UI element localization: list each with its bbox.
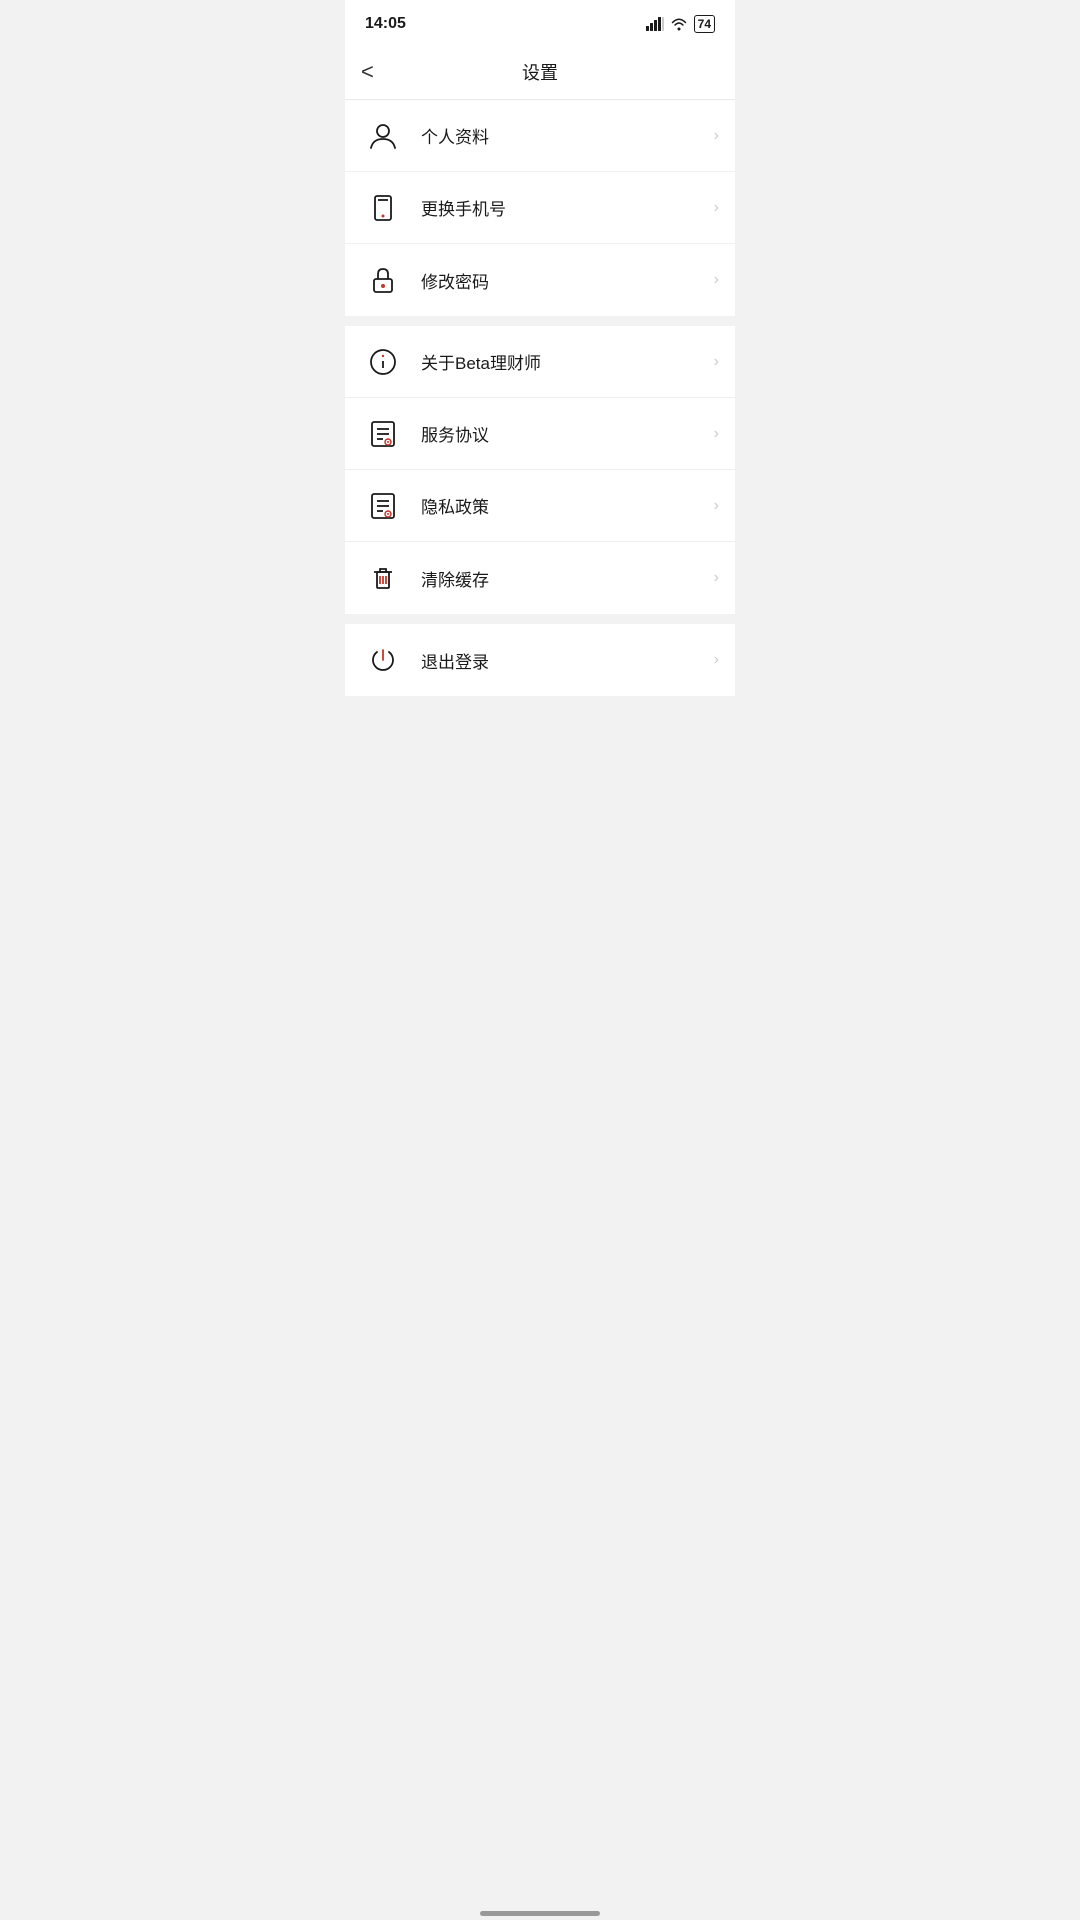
arrow-icon: ›	[714, 271, 719, 289]
page-title: 设置	[522, 59, 558, 85]
arrow-icon: ›	[714, 651, 719, 669]
user-icon	[361, 114, 405, 158]
arrow-icon: ›	[714, 353, 719, 371]
menu-group-1: 个人资料 › 更换手机号 › 修改密码 ›	[345, 100, 735, 316]
section-break-1	[345, 316, 735, 326]
signal-icon	[646, 17, 664, 31]
info-icon	[361, 340, 405, 384]
menu-item-phone[interactable]: 更换手机号 ›	[345, 172, 735, 244]
section-break-2	[345, 614, 735, 624]
arrow-icon: ›	[714, 569, 719, 587]
password-label: 修改密码	[421, 268, 714, 293]
arrow-icon: ›	[714, 127, 719, 145]
menu-item-service[interactable]: 服务协议 ›	[345, 398, 735, 470]
service-icon	[361, 412, 405, 456]
status-bar: 14:05 74	[345, 0, 735, 44]
profile-label: 个人资料	[421, 123, 714, 148]
menu-item-profile[interactable]: 个人资料 ›	[345, 100, 735, 172]
arrow-icon: ›	[714, 497, 719, 515]
phone-label: 更换手机号	[421, 195, 714, 220]
menu-item-about[interactable]: 关于Beta理财师 ›	[345, 326, 735, 398]
lock-icon	[361, 258, 405, 302]
privacy-icon	[361, 484, 405, 528]
arrow-icon: ›	[714, 199, 719, 217]
menu-group-3: 退出登录 ›	[345, 624, 735, 696]
home-bar	[480, 1911, 600, 1916]
phone-icon	[361, 186, 405, 230]
wifi-icon	[670, 17, 688, 31]
menu-item-privacy[interactable]: 隐私政策 ›	[345, 470, 735, 542]
menu-group-2: 关于Beta理财师 › 服务协议 ›	[345, 326, 735, 614]
privacy-label: 隐私政策	[421, 493, 714, 518]
menu-item-password[interactable]: 修改密码 ›	[345, 244, 735, 316]
trash-icon	[361, 556, 405, 600]
cache-label: 清除缓存	[421, 566, 714, 591]
logout-label: 退出登录	[421, 648, 714, 673]
menu-item-cache[interactable]: 清除缓存 ›	[345, 542, 735, 614]
status-time: 14:05	[365, 15, 406, 33]
about-label: 关于Beta理财师	[421, 349, 714, 374]
menu-item-logout[interactable]: 退出登录 ›	[345, 624, 735, 696]
home-indicator	[345, 1903, 735, 1920]
power-icon	[361, 638, 405, 682]
nav-bar: < 设置	[345, 44, 735, 100]
battery-icon: 74	[694, 15, 715, 33]
service-label: 服务协议	[421, 421, 714, 446]
status-icons: 74	[646, 15, 715, 33]
back-button[interactable]: <	[361, 61, 374, 83]
arrow-icon: ›	[714, 425, 719, 443]
